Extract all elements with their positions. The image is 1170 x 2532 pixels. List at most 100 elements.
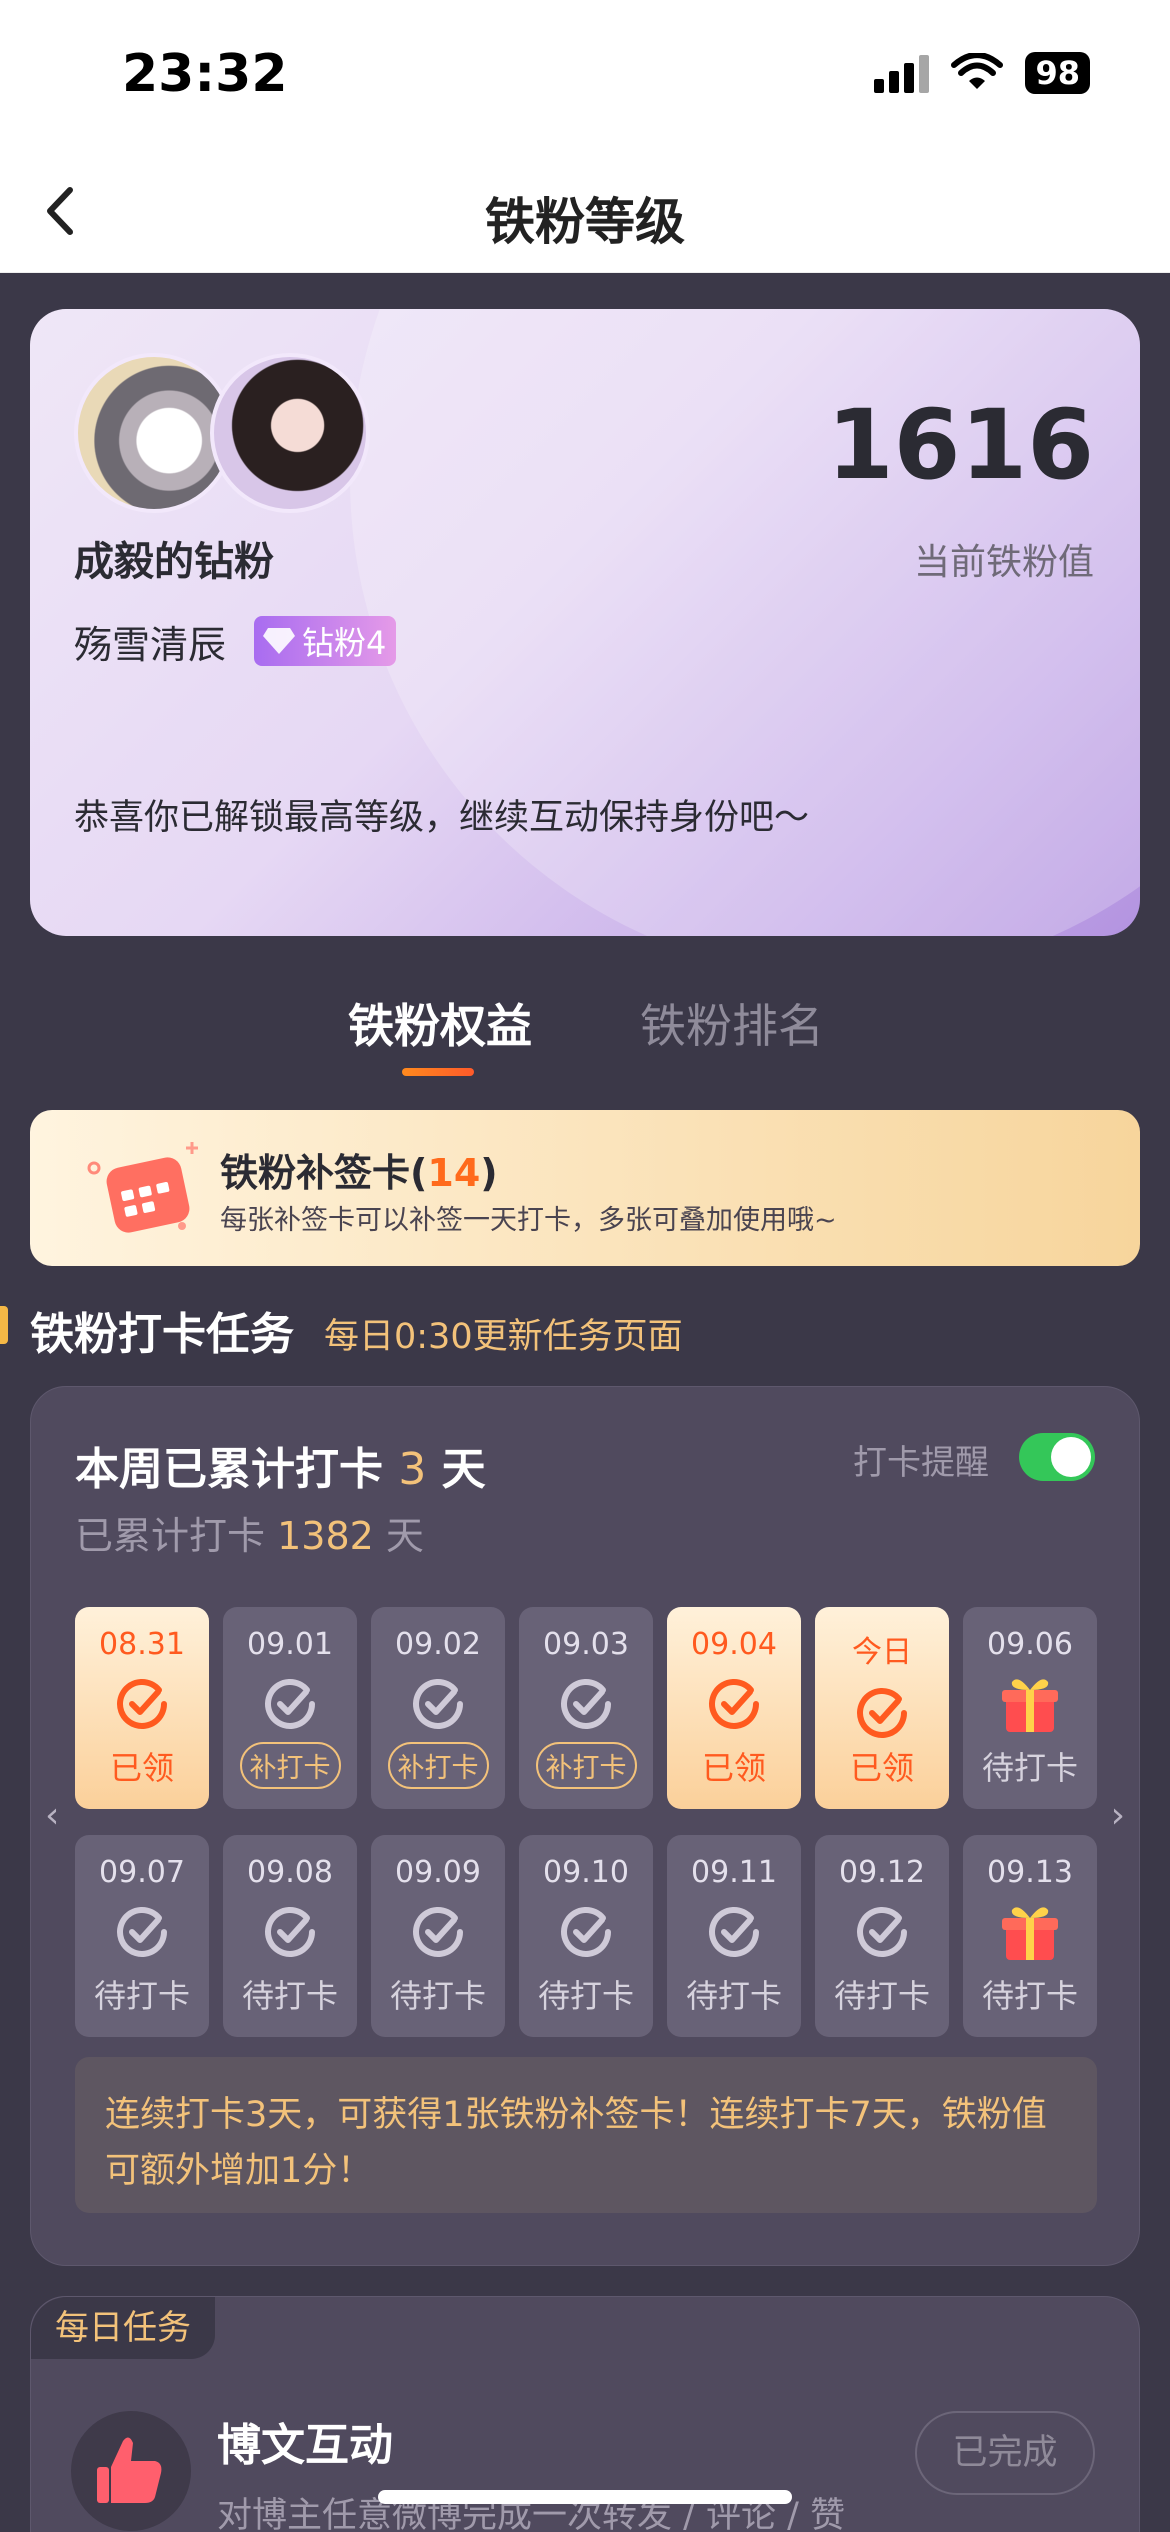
- gift-icon: [1000, 1674, 1060, 1736]
- checkin-day: 09.09 待打卡: [371, 1835, 505, 2037]
- fan-score: 1616: [826, 389, 1094, 501]
- check-circle-icon: [852, 1902, 912, 1962]
- checkin-day-status: 待打卡: [981, 1977, 1078, 2015]
- nav-bar: 铁粉等级: [0, 150, 1170, 273]
- checkin-day-date: 09.04: [691, 1627, 777, 1662]
- status-bar: 23:32 98: [0, 0, 1170, 150]
- checkin-calendar: 08.31 已领 09.01 补打卡 09.02 补打卡 09.03 补打卡 09.04 已领 今日…: [75, 1607, 1097, 2037]
- daily-task-tag: 每日任务: [31, 2297, 215, 2359]
- daily-task-title: 博文互动: [217, 2420, 393, 2471]
- thumbs-up-icon: [71, 2411, 191, 2531]
- checkin-day: 09.12 待打卡: [815, 1835, 949, 2037]
- reminder-toggle[interactable]: [1019, 1433, 1095, 1481]
- status-time: 23:32: [122, 44, 288, 104]
- streak-reward-note: 连续打卡3天，可获得1张铁粉补签卡！连续打卡7天，铁粉值可额外增加1分！: [75, 2057, 1097, 2213]
- home-indicator: [378, 2490, 792, 2504]
- tab-ranking[interactable]: 铁粉排名: [640, 990, 824, 1056]
- prev-week-arrow-icon[interactable]: ‹: [45, 1795, 59, 1836]
- check-circle-icon: [260, 1674, 320, 1734]
- check-circle-icon: [704, 1674, 764, 1734]
- checkin-day-date: 09.03: [543, 1627, 629, 1662]
- makeup-checkin-button[interactable]: 补打卡: [387, 1742, 489, 1789]
- checkin-day-status: 待打卡: [389, 1977, 486, 2015]
- next-week-arrow-icon[interactable]: ›: [1111, 1795, 1125, 1836]
- makeup-checkin-button[interactable]: 补打卡: [239, 1742, 341, 1789]
- check-circle-icon: [704, 1902, 764, 1962]
- makeup-card-desc: 每张补签卡可以补签一天打卡，多张可叠加使用哦~: [220, 1205, 837, 1236]
- active-tab-indicator: [402, 1068, 474, 1076]
- avatar-group: [74, 353, 374, 513]
- checkin-day: 09.10 待打卡: [519, 1835, 653, 2037]
- wifi-icon: [951, 53, 1004, 89]
- user-name: 殇雪清辰: [74, 623, 227, 667]
- week-count: 3: [398, 1444, 427, 1495]
- week-checkin-summary: 本周已累计打卡 3 天: [75, 1444, 486, 1495]
- check-circle-icon: [112, 1902, 172, 1962]
- checkin-day: 09.07 待打卡: [75, 1835, 209, 2037]
- battery-indicator: 98: [1025, 52, 1090, 94]
- checkin-day-status: 已领: [701, 1749, 766, 1787]
- fan-score-label: 当前铁粉值: [913, 542, 1094, 583]
- page-title: 铁粉等级: [485, 193, 685, 251]
- checkin-day-date: 09.06: [987, 1627, 1073, 1662]
- check-circle-icon: [408, 1674, 468, 1734]
- checkin-day-date: 09.02: [395, 1627, 481, 1662]
- checkin-day-date: 09.08: [247, 1855, 333, 1890]
- checkin-day-date: 09.13: [987, 1855, 1073, 1890]
- makeup-checkin-button[interactable]: 补打卡: [535, 1742, 637, 1789]
- section-title: 铁粉打卡任务: [30, 1309, 294, 1360]
- checkin-day-status: 已领: [849, 1749, 914, 1787]
- check-circle-icon: [260, 1902, 320, 1962]
- fan-level-card: 成毅的钻粉 殇雪清辰 钻粉4 1616 当前铁粉值 恭喜你已解锁最高等级，继续互…: [30, 309, 1140, 936]
- signal-icon: [874, 53, 930, 93]
- checkin-day-date: 09.01: [247, 1627, 333, 1662]
- makeup-card-banner[interactable]: 铁粉补签卡(14) 每张补签卡可以补签一天打卡，多张可叠加使用哦~: [30, 1110, 1140, 1266]
- checkin-day-status: 待打卡: [981, 1749, 1078, 1787]
- diamond-icon: [263, 628, 295, 654]
- makeup-card-title: 铁粉补签卡(14): [220, 1151, 498, 1195]
- checkin-day-date: 09.12: [839, 1855, 925, 1890]
- checkin-day-date: 今日: [852, 1635, 912, 1670]
- checkin-day[interactable]: 09.03 补打卡: [519, 1607, 653, 1809]
- checkin-day-status: 已领: [109, 1749, 174, 1787]
- checkin-day-date: 09.11: [691, 1855, 777, 1890]
- level-badge-label: 钻粉4: [302, 624, 387, 662]
- reminder-label: 打卡提醒: [853, 1443, 989, 1483]
- checkin-day: 09.11 待打卡: [667, 1835, 801, 2037]
- level-badge: 钻粉4: [254, 616, 397, 666]
- level-message: 恭喜你已解锁最高等级，继续互动保持身份吧～: [74, 798, 810, 838]
- checkin-day: 09.06 待打卡: [963, 1607, 1097, 1809]
- tab-benefits[interactable]: 铁粉权益: [348, 990, 532, 1056]
- check-circle-icon: [556, 1902, 616, 1962]
- check-circle-icon: [112, 1674, 172, 1734]
- checkin-day: 今日 已领: [815, 1607, 949, 1809]
- checkin-day: 08.31 已领: [75, 1607, 209, 1809]
- check-circle-icon: [556, 1674, 616, 1734]
- checkin-day-date: 09.10: [543, 1855, 629, 1890]
- total-count: 1382: [277, 1514, 374, 1558]
- section-subtitle: 每日0:30更新任务页面: [324, 1317, 683, 1357]
- checkin-day[interactable]: 09.01 补打卡: [223, 1607, 357, 1809]
- total-checkin-summary: 已累计打卡 1382 天: [75, 1514, 424, 1558]
- checkin-day: 09.13 待打卡: [963, 1835, 1097, 2037]
- checkin-day-status: 待打卡: [685, 1977, 782, 2015]
- checkin-day[interactable]: 09.02 补打卡: [371, 1607, 505, 1809]
- checkin-card: 本周已累计打卡 3 天 已累计打卡 1382 天 打卡提醒 ‹ › 08.31 已…: [30, 1386, 1140, 2266]
- status-icons: 98: [874, 52, 1090, 94]
- task-complete-button[interactable]: 已完成: [915, 2411, 1095, 2495]
- checkin-day-status: 待打卡: [537, 1977, 634, 2015]
- checkin-day: 09.04 已领: [667, 1607, 801, 1809]
- check-circle-icon: [852, 1683, 912, 1743]
- checkin-day-date: 08.31: [99, 1627, 185, 1662]
- tab-bar: 铁粉权益 铁粉排名: [0, 980, 1170, 1080]
- checkin-day-date: 09.09: [395, 1855, 481, 1890]
- checkin-day-status: 待打卡: [241, 1977, 338, 2015]
- check-circle-icon: [408, 1902, 468, 1962]
- user-avatar[interactable]: [210, 353, 370, 513]
- checkin-day: 09.08 待打卡: [223, 1835, 357, 2037]
- gift-icon: [1000, 1902, 1060, 1964]
- section-accent-bar: [0, 1306, 8, 1344]
- checkin-day-status: 待打卡: [93, 1977, 190, 2015]
- checkin-day-status: 待打卡: [833, 1977, 930, 2015]
- makeup-card-count: 14: [427, 1151, 481, 1195]
